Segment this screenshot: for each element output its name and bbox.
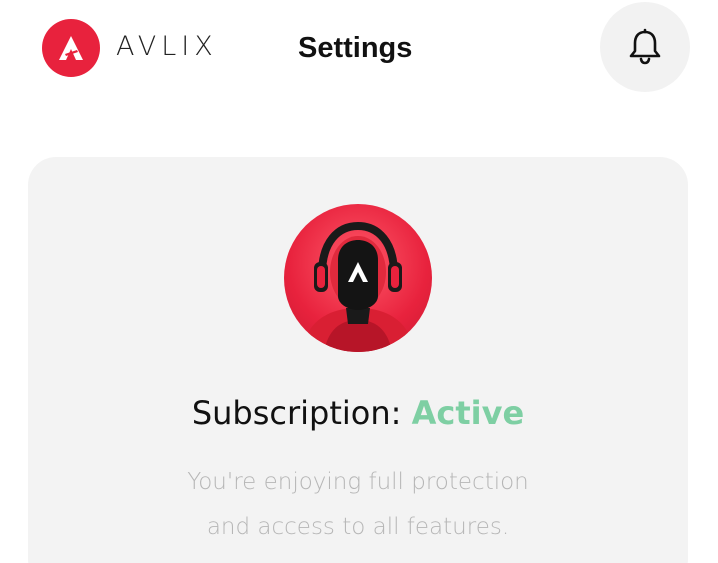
brand-name: AVLIX — [116, 31, 218, 62]
subscription-card: Subscription: Active You're enjoying ful… — [28, 157, 688, 563]
subscription-description-line-1: You're enjoying full protection — [187, 469, 529, 495]
subscription-label: Subscription: — [191, 394, 412, 432]
avlix-logo-icon — [42, 19, 100, 77]
avatar — [284, 204, 432, 352]
page-title: Settings — [298, 32, 413, 64]
settings-screen: AVLIX Settings Subscription: Active You'… — [0, 0, 718, 563]
subscription-status-line: Subscription: Active — [28, 393, 688, 433]
subscription-status-badge: Active — [411, 394, 525, 432]
logo-glyph — [59, 36, 83, 60]
notifications-button[interactable] — [600, 2, 690, 92]
subscription-description-line-2: and access to all features. — [206, 514, 510, 540]
avatar-helmet-icon — [302, 221, 414, 352]
bell-icon — [629, 28, 661, 65]
